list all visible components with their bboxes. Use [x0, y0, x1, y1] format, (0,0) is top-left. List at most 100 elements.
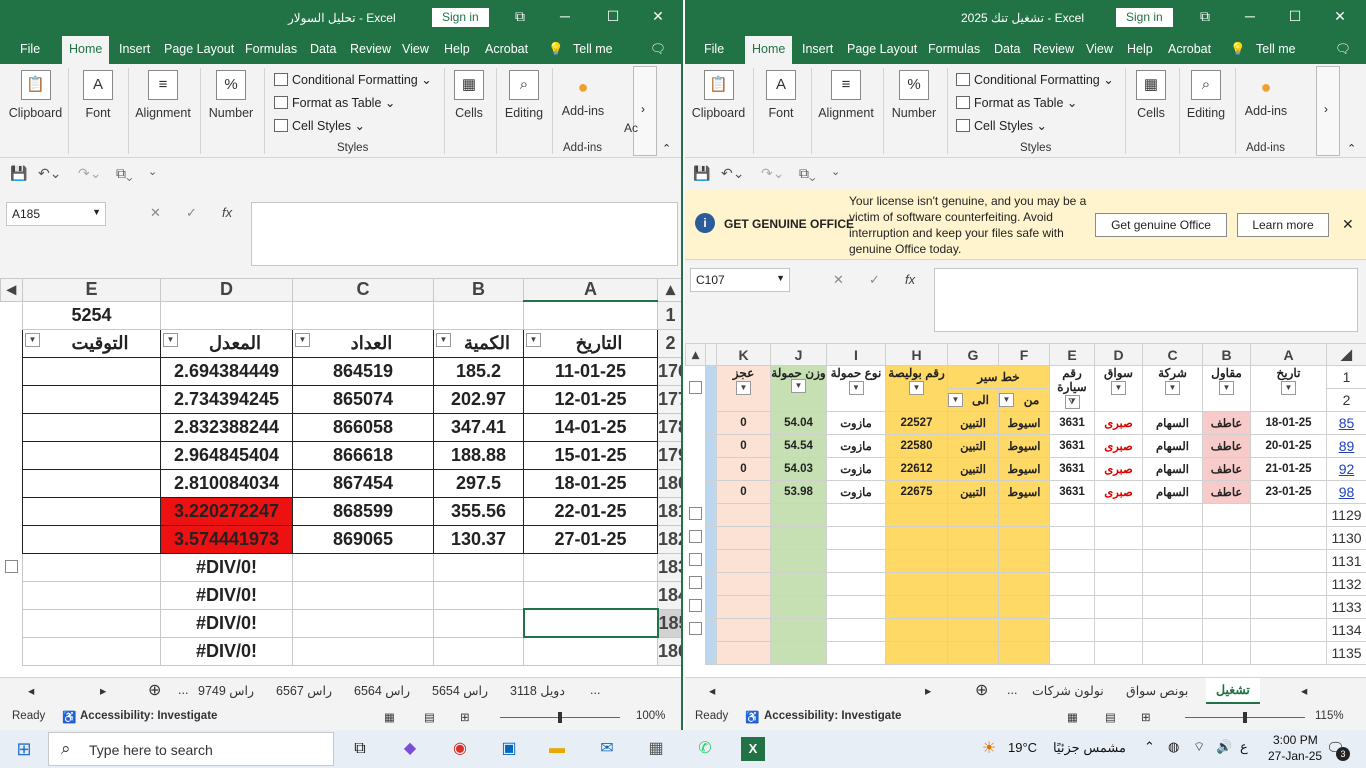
- cell-b[interactable]: [1202, 572, 1251, 596]
- cell-h[interactable]: 22612: [885, 457, 948, 481]
- cell-d[interactable]: صبرى: [1094, 411, 1143, 435]
- menu-insert[interactable]: Insert: [802, 42, 833, 56]
- filter-dropdown-icon[interactable]: ▼: [999, 393, 1014, 407]
- cell-a[interactable]: [1250, 618, 1327, 642]
- input-language[interactable]: ع: [1240, 739, 1248, 755]
- cell-c[interactable]: [1142, 572, 1203, 596]
- cell-h[interactable]: [885, 618, 948, 642]
- redo-icon[interactable]: ↷⌄: [78, 165, 101, 182]
- row-header[interactable]: 186: [657, 636, 681, 666]
- cell-a[interactable]: 21-01-25: [1250, 457, 1327, 481]
- cell-f[interactable]: [998, 595, 1050, 619]
- checkbox[interactable]: [688, 599, 702, 612]
- cell-c[interactable]: 868599: [292, 496, 434, 526]
- cell-b[interactable]: 202.97: [433, 384, 524, 414]
- filter-dropdown-icon[interactable]: ▼: [163, 332, 178, 347]
- add-sheet-icon[interactable]: ⊕: [148, 680, 161, 700]
- cell-k[interactable]: [716, 572, 771, 596]
- menu-help[interactable]: Help: [444, 42, 470, 56]
- cell-a[interactable]: 23-01-25: [1250, 480, 1327, 504]
- page-break-view-icon[interactable]: ⊞: [1141, 710, 1151, 724]
- filter-dropdown-icon[interactable]: ▼: [736, 380, 751, 395]
- cell-c[interactable]: السهام: [1142, 457, 1203, 481]
- cell-g[interactable]: [947, 572, 999, 596]
- header-cell-meter[interactable]: ▼ العداد: [292, 328, 434, 358]
- cell-d-error[interactable]: #DIV/0!: [160, 636, 293, 666]
- cell-d[interactable]: 2.734394245: [160, 384, 293, 414]
- menu-acrobat[interactable]: Acrobat: [485, 42, 528, 56]
- menu-insert[interactable]: Insert: [119, 42, 150, 56]
- cell-e[interactable]: [1049, 641, 1095, 665]
- cell-i[interactable]: مازوت: [826, 411, 886, 435]
- scroll-left-icon[interactable]: ◂: [1301, 683, 1307, 698]
- shapes-icon[interactable]: ⧉⌄: [116, 165, 133, 182]
- cell-h[interactable]: 22675: [885, 480, 948, 504]
- cell-a[interactable]: 18-01-25: [523, 468, 658, 498]
- menu-file[interactable]: File: [20, 42, 40, 56]
- column-header-e[interactable]: E: [1049, 343, 1095, 366]
- row-header[interactable]: 92: [1326, 457, 1366, 481]
- filter-dropdown-icon[interactable]: ▼: [1165, 380, 1180, 395]
- column-header-j[interactable]: J: [770, 343, 827, 366]
- format-as-table-button[interactable]: Format as Table ⌄: [274, 95, 395, 110]
- menu-data[interactable]: Data: [994, 42, 1020, 56]
- cell-d[interactable]: [1094, 572, 1143, 596]
- cell-c[interactable]: [292, 608, 434, 638]
- format-as-table-button[interactable]: Format as Table ⌄: [956, 95, 1077, 110]
- row-header[interactable]: 1135: [1326, 641, 1366, 665]
- cell-j[interactable]: 54.54: [770, 434, 827, 458]
- filter-dropdown-icon[interactable]: ▼: [791, 378, 806, 393]
- store-icon[interactable]: ▣: [497, 737, 521, 761]
- header-cell-route[interactable]: خط سير: [947, 365, 1050, 389]
- checkbox[interactable]: [688, 507, 702, 520]
- cell-i[interactable]: [826, 503, 886, 527]
- column-header-b[interactable]: B: [433, 278, 524, 302]
- zoom-thumb[interactable]: [1243, 712, 1247, 723]
- more-sheets[interactable]: ...: [1007, 683, 1017, 697]
- filter-active-icon[interactable]: ⧩: [1064, 394, 1080, 409]
- cell-f[interactable]: اسيوط: [998, 411, 1050, 435]
- chrome-icon[interactable]: ◉: [448, 737, 472, 761]
- copilot-icon[interactable]: ◆: [398, 737, 422, 761]
- cell-c[interactable]: [1142, 526, 1203, 550]
- cell-d[interactable]: [1094, 618, 1143, 642]
- row-header[interactable]: 2: [1326, 388, 1366, 412]
- cell-d[interactable]: صبرى: [1094, 480, 1143, 504]
- scroll-right-icon[interactable]: ▸: [925, 683, 931, 698]
- menu-tell-me[interactable]: Tell me: [1256, 42, 1296, 56]
- wifi-icon[interactable]: ⌔: [1193, 739, 1205, 755]
- cell-b[interactable]: [1202, 549, 1251, 573]
- cell-a[interactable]: [1250, 549, 1327, 573]
- cancel-icon[interactable]: ✕: [833, 272, 844, 288]
- cell-b[interactable]: عاطف: [1202, 480, 1251, 504]
- cell-b[interactable]: 188.88: [433, 440, 524, 470]
- formula-input[interactable]: [934, 268, 1358, 332]
- cell-j[interactable]: [770, 595, 827, 619]
- cell-i[interactable]: [826, 618, 886, 642]
- cell-styles-button[interactable]: Cell Styles ⌄: [956, 118, 1047, 133]
- cell-g[interactable]: [947, 549, 999, 573]
- scroll-right-icon[interactable]: ▸: [100, 683, 106, 698]
- close-icon[interactable]: ✕: [648, 8, 668, 25]
- row-header[interactable]: 85: [1326, 411, 1366, 435]
- sign-in-button[interactable]: Sign in: [432, 8, 489, 27]
- menu-acrobat[interactable]: Acrobat: [1168, 42, 1211, 56]
- column-header-d[interactable]: D: [160, 278, 293, 302]
- cell-c[interactable]: [1142, 641, 1203, 665]
- column-header-a[interactable]: A: [1250, 343, 1327, 366]
- enter-icon[interactable]: ✓: [869, 272, 880, 288]
- cell-b[interactable]: 130.37: [433, 524, 524, 554]
- header-cell-from[interactable]: ▼ من: [998, 388, 1050, 412]
- filter-dropdown-icon[interactable]: ▼: [295, 332, 310, 347]
- mail-icon[interactable]: ✉: [595, 737, 619, 761]
- cell-e[interactable]: [22, 608, 161, 638]
- cell-a[interactable]: 27-01-25: [523, 524, 658, 554]
- undo-icon[interactable]: ↶⌄: [721, 165, 744, 182]
- filter-dropdown-icon[interactable]: ▼: [1281, 380, 1296, 395]
- number-group[interactable]: % Number: [204, 70, 258, 120]
- cell-g[interactable]: التبين: [947, 434, 999, 458]
- accessibility-icon[interactable]: ♿: [62, 710, 76, 724]
- font-group[interactable]: A Font: [759, 70, 803, 120]
- calculator-icon[interactable]: ▦: [644, 737, 668, 761]
- cell-d-highlighted[interactable]: 3.574441973: [160, 524, 293, 554]
